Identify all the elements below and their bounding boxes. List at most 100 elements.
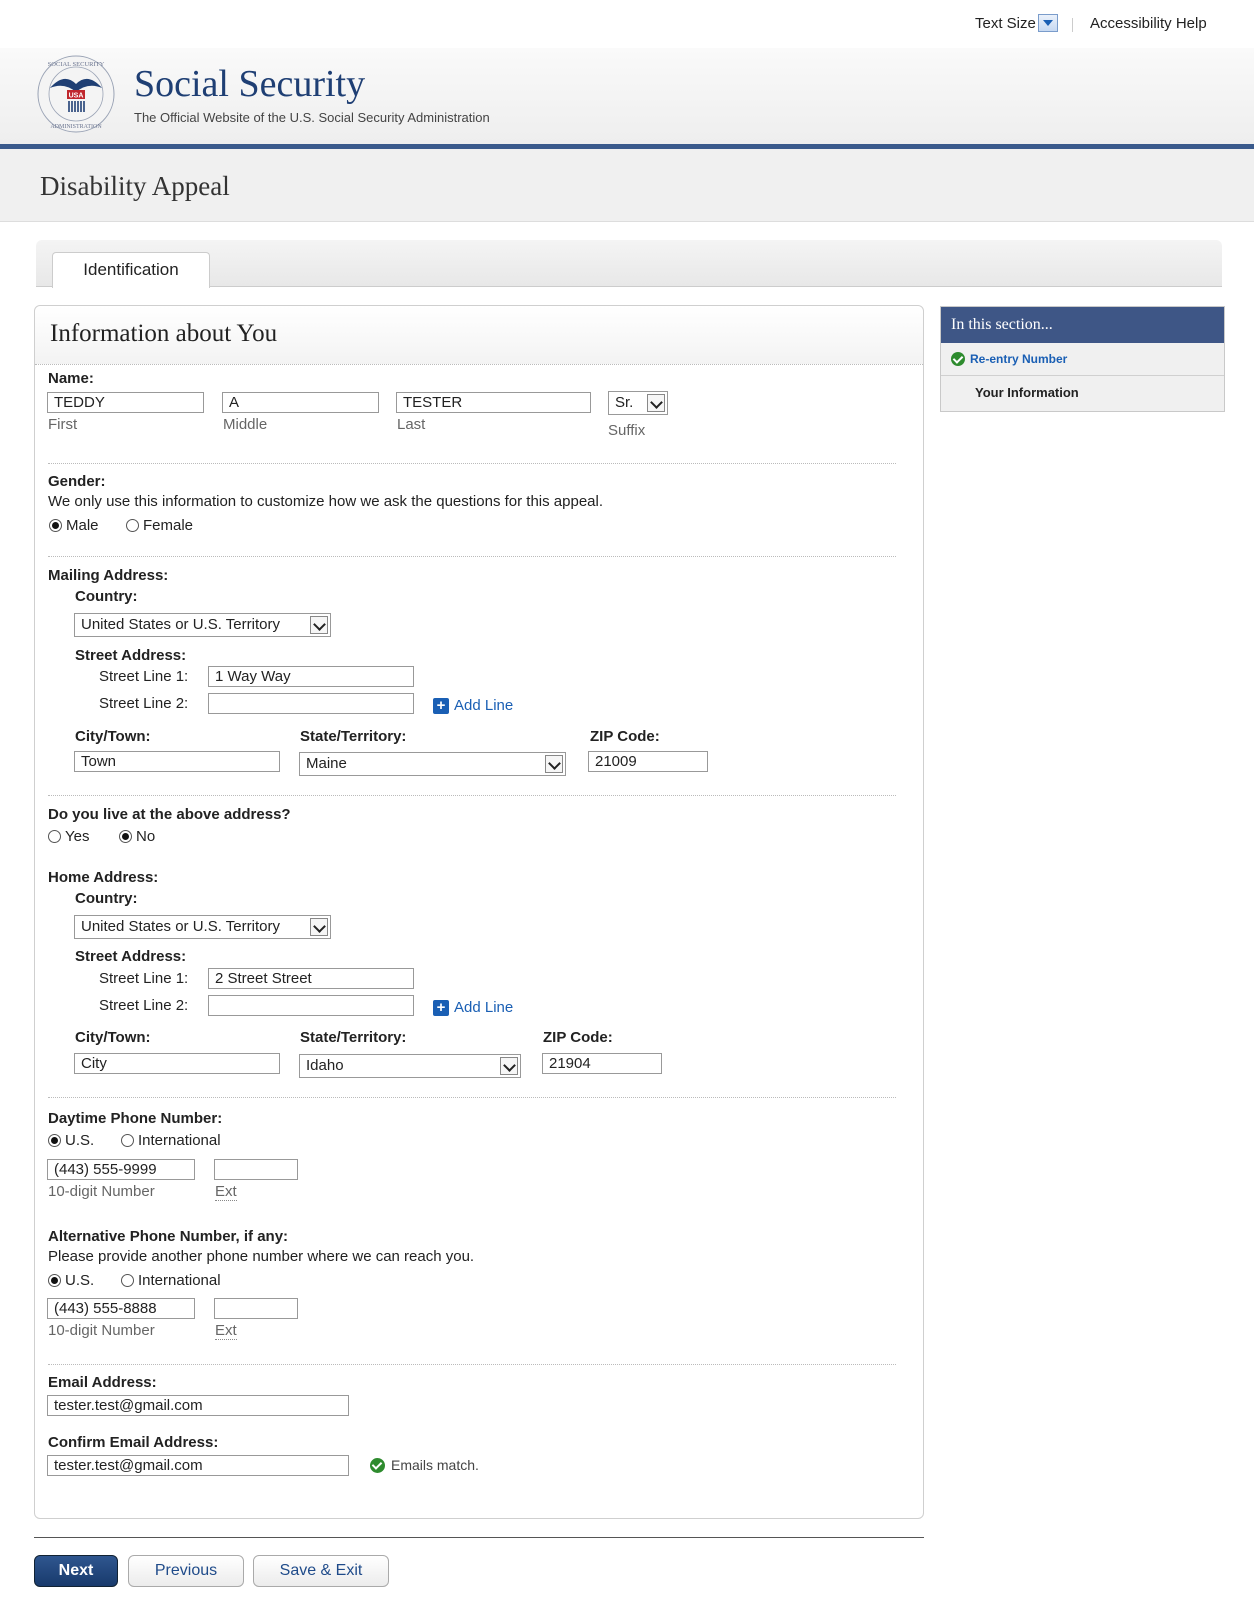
home-state-label: State/Territory: xyxy=(300,1029,407,1046)
mailing-city-input[interactable] xyxy=(74,751,280,772)
section-divider xyxy=(48,795,896,796)
alt-international-radio[interactable] xyxy=(121,1274,134,1287)
sidebar-item-reentry-number[interactable]: Re-entry Number xyxy=(941,343,1224,376)
chevron-down-icon[interactable] xyxy=(500,1057,518,1075)
daytime-us-label[interactable]: U.S. xyxy=(65,1132,94,1149)
home-city-label: City/Town: xyxy=(75,1029,151,1046)
footer-rule xyxy=(34,1537,924,1538)
mailing-line1-input[interactable] xyxy=(208,666,414,687)
name-label: Name: xyxy=(48,370,94,387)
add-line-label[interactable]: Add Line xyxy=(454,999,513,1016)
divider xyxy=(1072,18,1073,32)
home-country-label: Country: xyxy=(75,890,138,907)
section-divider xyxy=(48,556,896,557)
alt-us-label[interactable]: U.S. xyxy=(65,1272,94,1289)
mailing-street-label: Street Address: xyxy=(75,647,187,664)
add-line-label[interactable]: Add Line xyxy=(454,697,513,714)
daytime-us-radio[interactable] xyxy=(48,1134,61,1147)
last-name-input[interactable] xyxy=(396,392,591,413)
confirm-email-input[interactable] xyxy=(47,1455,349,1476)
daytime-phone-label: Daytime Phone Number: xyxy=(48,1110,223,1127)
daytime-number-input[interactable] xyxy=(47,1159,195,1180)
mailing-line2-input[interactable] xyxy=(208,693,414,714)
live-no-radio[interactable] xyxy=(119,830,132,843)
mailing-city-label: City/Town: xyxy=(75,728,151,745)
home-city-input[interactable] xyxy=(74,1053,280,1074)
gender-male-label[interactable]: Male xyxy=(66,517,99,534)
chevron-down-icon[interactable] xyxy=(545,755,563,773)
first-caption: First xyxy=(48,416,78,433)
home-state-select[interactable]: Idaho xyxy=(299,1054,521,1078)
section-divider xyxy=(48,463,896,464)
gender-female-label[interactable]: Female xyxy=(143,517,193,534)
mailing-country-value: United States or U.S. Territory xyxy=(81,616,280,633)
last-caption: Last xyxy=(397,416,426,433)
mailing-zip-input[interactable] xyxy=(588,751,708,772)
gender-male-radio[interactable] xyxy=(49,519,62,532)
mailing-add-line-button[interactable]: + Add Line xyxy=(433,697,513,714)
tab-identification[interactable]: Identification xyxy=(52,252,210,288)
alt-ext-input[interactable] xyxy=(214,1298,298,1319)
chevron-down-icon[interactable] xyxy=(310,918,328,936)
sidebar-item-label[interactable]: Re-entry Number xyxy=(970,352,1067,366)
daytime-international-label[interactable]: International xyxy=(138,1132,221,1149)
daytime-ext-input[interactable] xyxy=(214,1159,298,1180)
mailing-country-select[interactable]: United States or U.S. Territory xyxy=(74,613,331,637)
live-yes-radio[interactable] xyxy=(48,830,61,843)
tab-strip xyxy=(36,240,1222,287)
alt-number-caption: 10-digit Number xyxy=(48,1322,155,1339)
sidebar-item-your-information: Your Information xyxy=(975,385,1079,400)
daytime-international-radio[interactable] xyxy=(121,1134,134,1147)
mailing-state-select[interactable]: Maine xyxy=(299,752,566,776)
home-country-select[interactable]: United States or U.S. Territory xyxy=(74,915,331,939)
text-size-control[interactable]: Text Size xyxy=(975,14,1058,32)
suffix-select[interactable]: Sr. xyxy=(608,391,668,415)
email-match-status: Emails match. xyxy=(370,1457,479,1473)
site-tagline: The Official Website of the U.S. Social … xyxy=(134,110,490,125)
alt-number-input[interactable] xyxy=(47,1298,195,1319)
home-zip-input[interactable] xyxy=(542,1053,662,1074)
mailing-zip-label: ZIP Code: xyxy=(590,728,660,745)
text-size-label[interactable]: Text Size xyxy=(975,15,1036,32)
gender-label: Gender: xyxy=(48,473,106,490)
home-add-line-button[interactable]: + Add Line xyxy=(433,999,513,1016)
panel-header: Information about You xyxy=(35,306,923,365)
mailing-state-value: Maine xyxy=(306,755,347,772)
suffix-caption: Suffix xyxy=(608,422,646,439)
email-label: Email Address: xyxy=(48,1374,157,1391)
alt-international-label[interactable]: International xyxy=(138,1272,221,1289)
chevron-down-icon[interactable] xyxy=(310,616,328,634)
site-brand[interactable]: Social Security xyxy=(134,62,365,106)
alt-phone-note: Please provide another phone number wher… xyxy=(48,1248,475,1265)
chevron-down-icon[interactable] xyxy=(647,394,665,412)
live-yes-label[interactable]: Yes xyxy=(65,828,89,845)
page-title-bar: Disability Appeal xyxy=(0,149,1254,222)
mailing-line2-label: Street Line 2: xyxy=(99,695,189,712)
live-no-label[interactable]: No xyxy=(136,828,155,845)
svg-text:SOCIAL SECURITY: SOCIAL SECURITY xyxy=(48,61,105,68)
gender-female-radio[interactable] xyxy=(126,519,139,532)
plus-icon: + xyxy=(433,697,449,714)
next-button[interactable]: Next xyxy=(34,1555,118,1587)
daytime-number-caption: 10-digit Number xyxy=(48,1183,155,1200)
email-input[interactable] xyxy=(47,1395,349,1416)
svg-text:ADMINISTRATION: ADMINISTRATION xyxy=(50,124,102,130)
save-exit-button[interactable]: Save & Exit xyxy=(253,1555,389,1587)
home-line2-input[interactable] xyxy=(208,995,414,1016)
alt-phone-label: Alternative Phone Number, if any: xyxy=(48,1228,289,1245)
previous-button[interactable]: Previous xyxy=(128,1555,244,1587)
home-street-label: Street Address: xyxy=(75,948,187,965)
confirm-email-label: Confirm Email Address: xyxy=(48,1434,219,1451)
email-match-text: Emails match. xyxy=(391,1457,479,1473)
section-divider xyxy=(48,1097,896,1098)
first-name-input[interactable] xyxy=(47,392,204,413)
home-line1-input[interactable] xyxy=(208,968,414,989)
chevron-down-icon[interactable] xyxy=(1037,14,1058,32)
mailing-line1-label: Street Line 1: xyxy=(99,668,189,685)
middle-name-input[interactable] xyxy=(222,392,379,413)
alt-us-radio[interactable] xyxy=(48,1274,61,1287)
ssa-seal-icon[interactable]: USA SOCIAL SECURITY ADMINISTRATION xyxy=(36,54,116,134)
mailing-state-label: State/Territory: xyxy=(300,728,407,745)
home-address-label: Home Address: xyxy=(48,869,159,886)
accessibility-help-link[interactable]: Accessibility Help xyxy=(1090,15,1207,32)
